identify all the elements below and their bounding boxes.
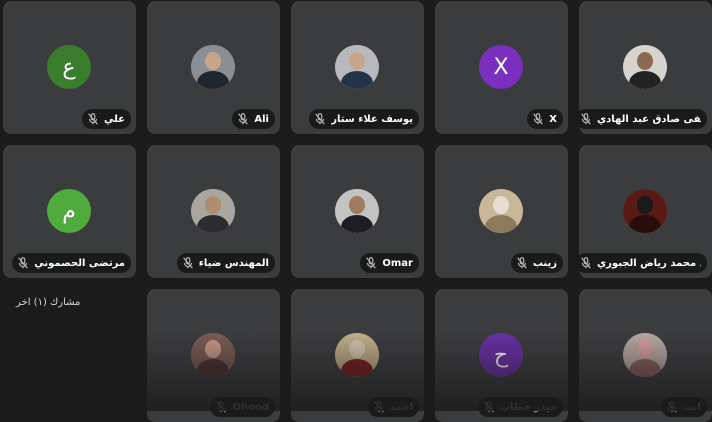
avatar: ع	[47, 45, 91, 89]
participant-tile[interactable]: مصطفى صادق عبد الهادي	[579, 1, 712, 134]
mic-off-icon	[182, 257, 193, 269]
mic-off-icon	[88, 113, 98, 125]
avatar	[335, 189, 379, 233]
participant-tile[interactable]: انت	[579, 289, 712, 422]
participant-name-bar: Ali	[232, 109, 275, 129]
other-participants-label[interactable]: مشارك (١) اخر	[16, 297, 80, 308]
participant-name-bar: مرتضى الحصموني	[12, 253, 131, 273]
avatar	[191, 45, 235, 89]
participant-name: مرتضى الحصموني	[34, 257, 125, 269]
participant-name-bar: مصطفى صادق عبد الهادي	[579, 109, 707, 129]
avatar: م	[47, 189, 91, 233]
participant-name: يوسف علاء ستار	[331, 113, 413, 125]
mic-off-icon	[315, 113, 326, 125]
participant-tile[interactable]: ح حيدر خطاب	[435, 289, 568, 422]
participant-tile[interactable]: Ali	[147, 1, 280, 134]
participant-tile[interactable]: Ohood	[147, 289, 280, 422]
participant-tile[interactable]: م مرتضى الحصموني	[3, 145, 136, 278]
mic-off-icon	[374, 401, 384, 413]
mic-off-icon	[581, 257, 591, 269]
avatar: X	[479, 45, 523, 89]
participant-tile[interactable]: المهندس ضياء	[147, 145, 280, 278]
avatar	[479, 189, 523, 233]
participant-name: Ali	[254, 113, 269, 125]
mic-off-icon	[216, 401, 227, 413]
participant-name: Omar	[382, 257, 413, 269]
mic-off-icon	[667, 401, 678, 413]
participant-name: المهندس ضياء	[198, 257, 269, 269]
participant-name-bar: انت	[661, 397, 707, 417]
participant-name-bar: علي	[81, 109, 131, 129]
participant-name-bar: المهندس ضياء	[176, 253, 275, 273]
mic-off-icon	[18, 257, 29, 269]
participant-tile[interactable]: يوسف علاء ستار	[291, 1, 424, 134]
participant-tile[interactable]: Omar	[291, 145, 424, 278]
participant-name-bar: Ohood	[210, 397, 275, 417]
participant-name: مصطفى صادق عبد الهادي	[597, 113, 701, 125]
participant-name-bar: Omar	[360, 253, 419, 273]
participant-tile[interactable]: بهاء احمد محمد رياض الجبوري	[579, 145, 712, 278]
mic-off-icon	[581, 113, 591, 125]
participant-tile[interactable]: احمد	[291, 289, 424, 422]
avatar	[623, 45, 667, 89]
avatar	[623, 189, 667, 233]
participant-tile[interactable]: زينب	[435, 145, 568, 278]
avatar	[335, 333, 379, 377]
avatar	[335, 45, 379, 89]
mic-off-icon	[517, 257, 527, 269]
participant-name-bar: حيدر خطاب	[477, 397, 563, 417]
mic-off-icon	[238, 113, 249, 125]
participant-name: بهاء احمد محمد رياض الجبوري	[597, 257, 701, 269]
mic-off-icon	[533, 113, 544, 125]
participant-name-bar: يوسف علاء ستار	[309, 109, 419, 129]
avatar	[191, 189, 235, 233]
participant-name: X	[549, 113, 557, 125]
avatar: ح	[479, 333, 523, 377]
participant-name-bar: زينب	[510, 253, 563, 273]
participant-name-bar: بهاء احمد محمد رياض الجبوري	[579, 253, 707, 273]
mic-off-icon	[366, 257, 377, 269]
avatar	[191, 333, 235, 377]
participant-name-bar: احمد	[367, 397, 419, 417]
mic-off-icon	[484, 401, 494, 413]
participant-name: علي	[103, 113, 125, 125]
participant-tile[interactable]: X X	[435, 1, 568, 134]
avatar	[623, 333, 667, 377]
participant-name-bar: X	[527, 109, 563, 129]
participant-tile[interactable]: ع علي	[3, 1, 136, 134]
participant-name: زينب	[532, 257, 557, 269]
